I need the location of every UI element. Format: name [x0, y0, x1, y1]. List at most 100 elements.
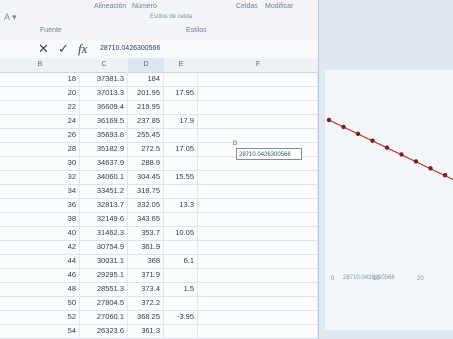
- cell-e[interactable]: 1.5: [164, 282, 198, 296]
- cell-d[interactable]: 288.9: [128, 156, 164, 170]
- cell-f[interactable]: [198, 254, 318, 268]
- cell-c[interactable]: 27804.5: [80, 296, 128, 310]
- cell-e[interactable]: [164, 268, 198, 282]
- cell-d[interactable]: 372.2: [128, 296, 164, 310]
- cell-b[interactable]: 36: [0, 198, 80, 212]
- cell-f[interactable]: [198, 226, 318, 240]
- cell-d[interactable]: 255.45: [128, 128, 164, 142]
- cell-b[interactable]: 40: [0, 226, 80, 240]
- cell-d[interactable]: 332.05: [128, 198, 164, 212]
- cell-e[interactable]: 17.9: [164, 114, 198, 128]
- column-header-f[interactable]: F: [198, 58, 318, 73]
- cell-c[interactable]: 37381.3: [80, 72, 128, 86]
- cell-c[interactable]: 29295.1: [80, 268, 128, 282]
- cell-e[interactable]: -3.95: [164, 310, 198, 324]
- cell-b[interactable]: 34: [0, 184, 80, 198]
- cell-f[interactable]: [198, 296, 318, 310]
- font-color-icon[interactable]: A ▾: [4, 12, 17, 23]
- worksheet-grid[interactable]: B C D E F 18 37381.3 184 20 37013.3 201.95 17.…: [0, 58, 318, 339]
- cell-c[interactable]: 34637.9: [80, 156, 128, 170]
- cell-b[interactable]: 30: [0, 156, 80, 170]
- ribbon-group-cells[interactable]: Celdas: [236, 3, 258, 10]
- cell-c[interactable]: 33451.2: [80, 184, 128, 198]
- cell-f[interactable]: [198, 324, 318, 338]
- data-point[interactable]: [384, 145, 390, 150]
- cell-f[interactable]: [198, 212, 318, 226]
- cell-c[interactable]: 30754.9: [80, 240, 128, 254]
- cell-f[interactable]: [198, 128, 318, 142]
- cell-f[interactable]: [198, 184, 318, 198]
- cell-b[interactable]: 44: [0, 254, 80, 268]
- cell-e[interactable]: [164, 128, 198, 142]
- column-header-c[interactable]: C: [80, 58, 129, 73]
- cell-d[interactable]: 361.3: [128, 324, 164, 338]
- cell-d[interactable]: 371.9: [128, 268, 164, 282]
- ribbon-group-alignment[interactable]: Alineación: [94, 3, 126, 10]
- cell-f[interactable]: [198, 86, 318, 100]
- cell-f[interactable]: [198, 72, 318, 86]
- cell-e[interactable]: [164, 184, 198, 198]
- cell-f[interactable]: [198, 170, 318, 184]
- cell-b[interactable]: 52: [0, 310, 80, 324]
- ribbon-group-modify[interactable]: Modificar: [265, 3, 293, 10]
- cell-f[interactable]: [198, 310, 318, 324]
- cell-e[interactable]: [164, 324, 198, 338]
- ribbon-group-number[interactable]: Número: [132, 3, 157, 10]
- cell-b[interactable]: 48: [0, 282, 80, 296]
- cell-c[interactable]: 36169.5: [80, 114, 128, 128]
- cell-d[interactable]: 353.7: [128, 226, 164, 240]
- cell-c[interactable]: 26323.6: [80, 324, 128, 338]
- cell-c[interactable]: 32149.6: [80, 212, 128, 226]
- cell-c[interactable]: 37013.3: [80, 86, 128, 100]
- cell-b[interactable]: 20: [0, 86, 80, 100]
- cell-c[interactable]: 31462.3: [80, 226, 128, 240]
- cell-c[interactable]: 35182.9: [80, 142, 128, 156]
- cell-e[interactable]: [164, 72, 198, 86]
- enter-icon[interactable]: ✓: [58, 42, 69, 56]
- cell-d[interactable]: 368.25: [128, 310, 164, 324]
- cell-d[interactable]: 318.75: [128, 184, 164, 198]
- cell-c[interactable]: 27060.1: [80, 310, 128, 324]
- cell-e[interactable]: [164, 212, 198, 226]
- cell-c[interactable]: 36609.4: [80, 100, 128, 114]
- cell-e[interactable]: 17.95: [164, 86, 198, 100]
- cell-d[interactable]: 368: [128, 254, 164, 268]
- data-point[interactable]: [341, 124, 346, 130]
- cell-e[interactable]: [164, 240, 198, 254]
- cell-c[interactable]: 32813.7: [80, 198, 128, 212]
- data-point[interactable]: [399, 152, 404, 157]
- cell-f[interactable]: [198, 240, 318, 254]
- cell-b[interactable]: 24: [0, 114, 80, 128]
- cell-f[interactable]: [198, 268, 318, 282]
- cell-e[interactable]: [164, 100, 198, 114]
- data-point[interactable]: [428, 166, 433, 171]
- cell-b[interactable]: 18: [0, 72, 80, 86]
- fx-icon[interactable]: fx: [78, 42, 87, 56]
- data-point[interactable]: [442, 173, 448, 178]
- cell-e[interactable]: 15.55: [164, 170, 198, 184]
- data-point[interactable]: [370, 138, 375, 143]
- cell-d[interactable]: 237.85: [128, 114, 164, 128]
- cell-f[interactable]: [198, 100, 318, 114]
- cell-b[interactable]: 38: [0, 212, 80, 226]
- cell-e[interactable]: [164, 156, 198, 170]
- cell-e[interactable]: 10.05: [164, 226, 198, 240]
- cell-c[interactable]: 30031.1: [80, 254, 128, 268]
- cell-d[interactable]: 219.95: [128, 100, 164, 114]
- column-header-b[interactable]: B: [0, 58, 81, 73]
- cell-d[interactable]: 343.65: [128, 212, 164, 226]
- cell-b[interactable]: 22: [0, 100, 80, 114]
- cell-c[interactable]: 28551.3: [80, 282, 128, 296]
- cell-e[interactable]: 13.3: [164, 198, 198, 212]
- cell-b[interactable]: 32: [0, 170, 80, 184]
- cell-styles-button[interactable]: Estilos de celda: [150, 14, 192, 20]
- cell-d[interactable]: 361.9: [128, 240, 164, 254]
- cell-b[interactable]: 54: [0, 324, 80, 338]
- cell-e[interactable]: 6.1: [164, 254, 198, 268]
- cell-b[interactable]: 46: [0, 268, 80, 282]
- cell-d[interactable]: 201.95: [128, 86, 164, 100]
- cell-b[interactable]: 28: [0, 142, 80, 156]
- cell-c[interactable]: 34060.1: [80, 170, 128, 184]
- data-point[interactable]: [413, 159, 419, 164]
- data-point[interactable]: [326, 117, 332, 123]
